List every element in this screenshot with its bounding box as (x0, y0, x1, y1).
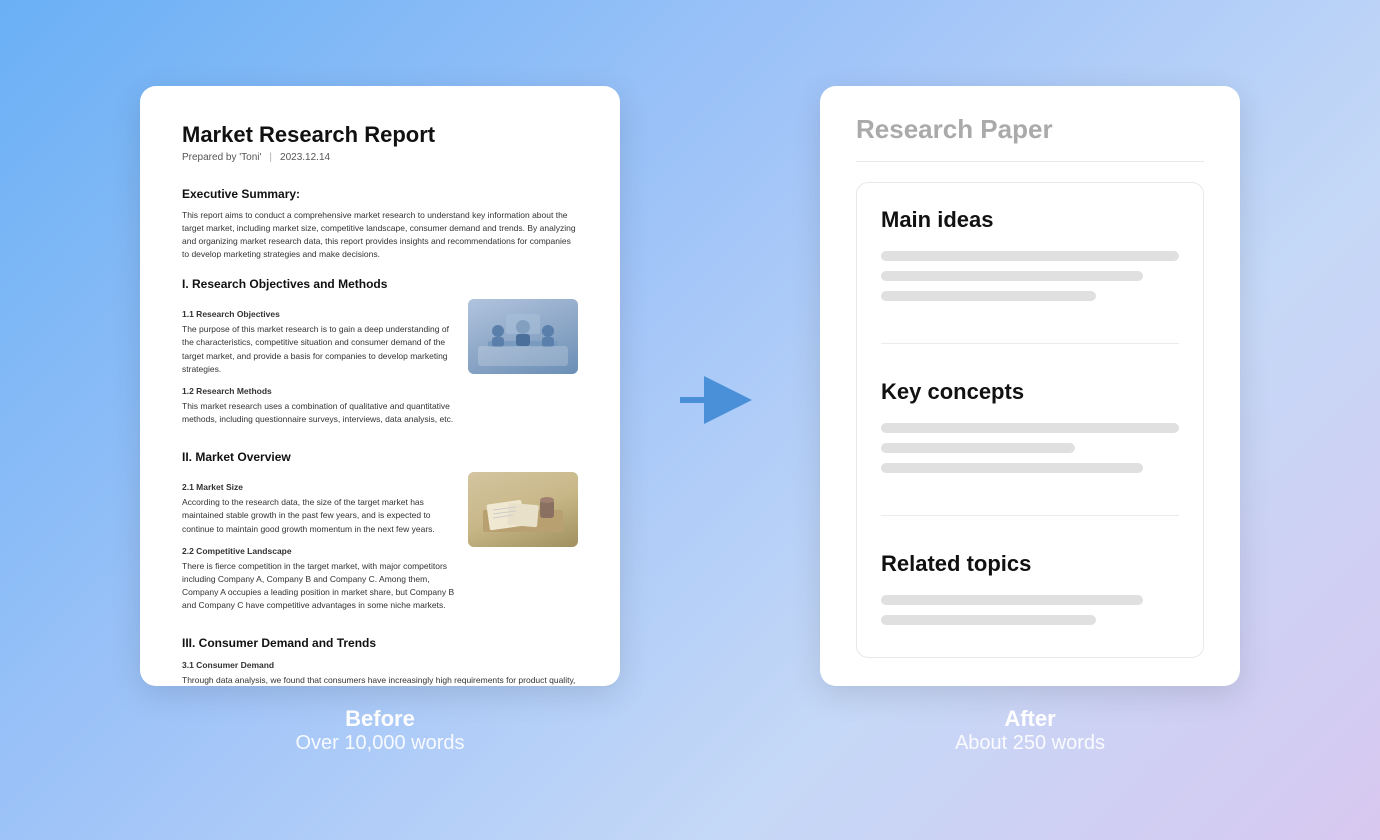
section-i-heading: I. Research Objectives and Methods (182, 277, 578, 291)
subsection-2-1-title: 2.1 Market Size (182, 482, 456, 492)
before-label: Before Over 10,000 words (296, 706, 465, 755)
section-ii-heading: II. Market Overview (182, 450, 578, 464)
research-card: Research Paper Main ideas Key concepts (820, 86, 1240, 686)
document-card: Market Research Report Prepared by 'Toni… (140, 86, 620, 686)
subsection-2-2-title: 2.2 Competitive Landscape (182, 546, 456, 556)
subsection-3-1-title: 3.1 Consumer Demand (182, 660, 578, 670)
exec-summary-body: This report aims to conduct a comprehens… (182, 209, 578, 262)
subtitle-author: Prepared by 'Toni' (182, 152, 261, 163)
subtitle-sep: | (269, 152, 272, 163)
key-concepts-line-1 (881, 423, 1179, 433)
key-concepts-heading: Key concepts (881, 379, 1179, 405)
research-card-title: Research Paper (856, 114, 1204, 162)
subsection-1-1-title: 1.1 Research Objectives (182, 309, 456, 319)
main-ideas-line-2 (881, 271, 1143, 281)
main-ideas-heading: Main ideas (881, 207, 1179, 233)
before-label-bottom: Over 10,000 words (296, 732, 465, 755)
desk-image-visual (468, 472, 578, 547)
after-label-top: After (955, 706, 1105, 732)
related-topics-heading: Related topics (881, 551, 1179, 577)
desk-svg (478, 482, 568, 537)
document-title: Market Research Report (182, 122, 578, 148)
main-ideas-line-3 (881, 291, 1096, 301)
related-topics-line-1 (881, 595, 1143, 605)
subsection-2-1-text: 2.1 Market Size According to the researc… (182, 472, 456, 620)
subsection-1-1-row: 1.1 Research Objectives The purpose of t… (182, 299, 578, 434)
key-concepts-line-2 (881, 443, 1075, 453)
related-topics-group: Related topics (881, 551, 1179, 625)
main-container: Market Research Report Prepared by 'Toni… (0, 66, 1380, 775)
after-panel: Research Paper Main ideas Key concepts (820, 86, 1240, 755)
document-subtitle: Prepared by 'Toni' | 2023.12.14 (182, 152, 578, 163)
before-label-top: Before (296, 706, 465, 732)
subsection-1-2-body: This market research uses a combination … (182, 400, 456, 426)
key-concepts-line-3 (881, 463, 1143, 473)
subsection-1-2-title: 1.2 Research Methods (182, 386, 456, 396)
subsection-2-2-body: There is fierce competition in the targe… (182, 560, 456, 613)
after-label: After About 250 words (955, 706, 1105, 755)
after-label-bottom: About 250 words (955, 732, 1105, 755)
main-ideas-group: Main ideas (881, 207, 1179, 301)
meeting-image-visual (468, 299, 578, 374)
desk-image (468, 472, 578, 547)
meeting-image (468, 299, 578, 374)
divider-1 (881, 343, 1179, 344)
divider-2 (881, 515, 1179, 516)
subtitle-date: 2023.12.14 (280, 152, 330, 163)
subsection-1-1-body: The purpose of this market research is t… (182, 323, 456, 376)
before-panel: Market Research Report Prepared by 'Toni… (140, 86, 620, 755)
subsection-2-1-row: 2.1 Market Size According to the researc… (182, 472, 578, 620)
subsection-2-1-body: According to the research data, the size… (182, 496, 456, 536)
arrow-container (680, 370, 760, 430)
key-concepts-group: Key concepts (881, 379, 1179, 473)
main-ideas-line-1 (881, 251, 1179, 261)
section-iii-heading: III. Consumer Demand and Trends (182, 636, 578, 650)
subsection-1-1-text: 1.1 Research Objectives The purpose of t… (182, 299, 456, 434)
related-topics-line-2 (881, 615, 1096, 625)
meeting-svg (478, 309, 568, 364)
subsection-3-1-body: Through data analysis, we found that con… (182, 674, 578, 685)
inner-card: Main ideas Key concepts Related topics (856, 182, 1204, 658)
exec-summary-heading: Executive Summary: (182, 187, 578, 201)
arrow-icon (680, 370, 760, 430)
